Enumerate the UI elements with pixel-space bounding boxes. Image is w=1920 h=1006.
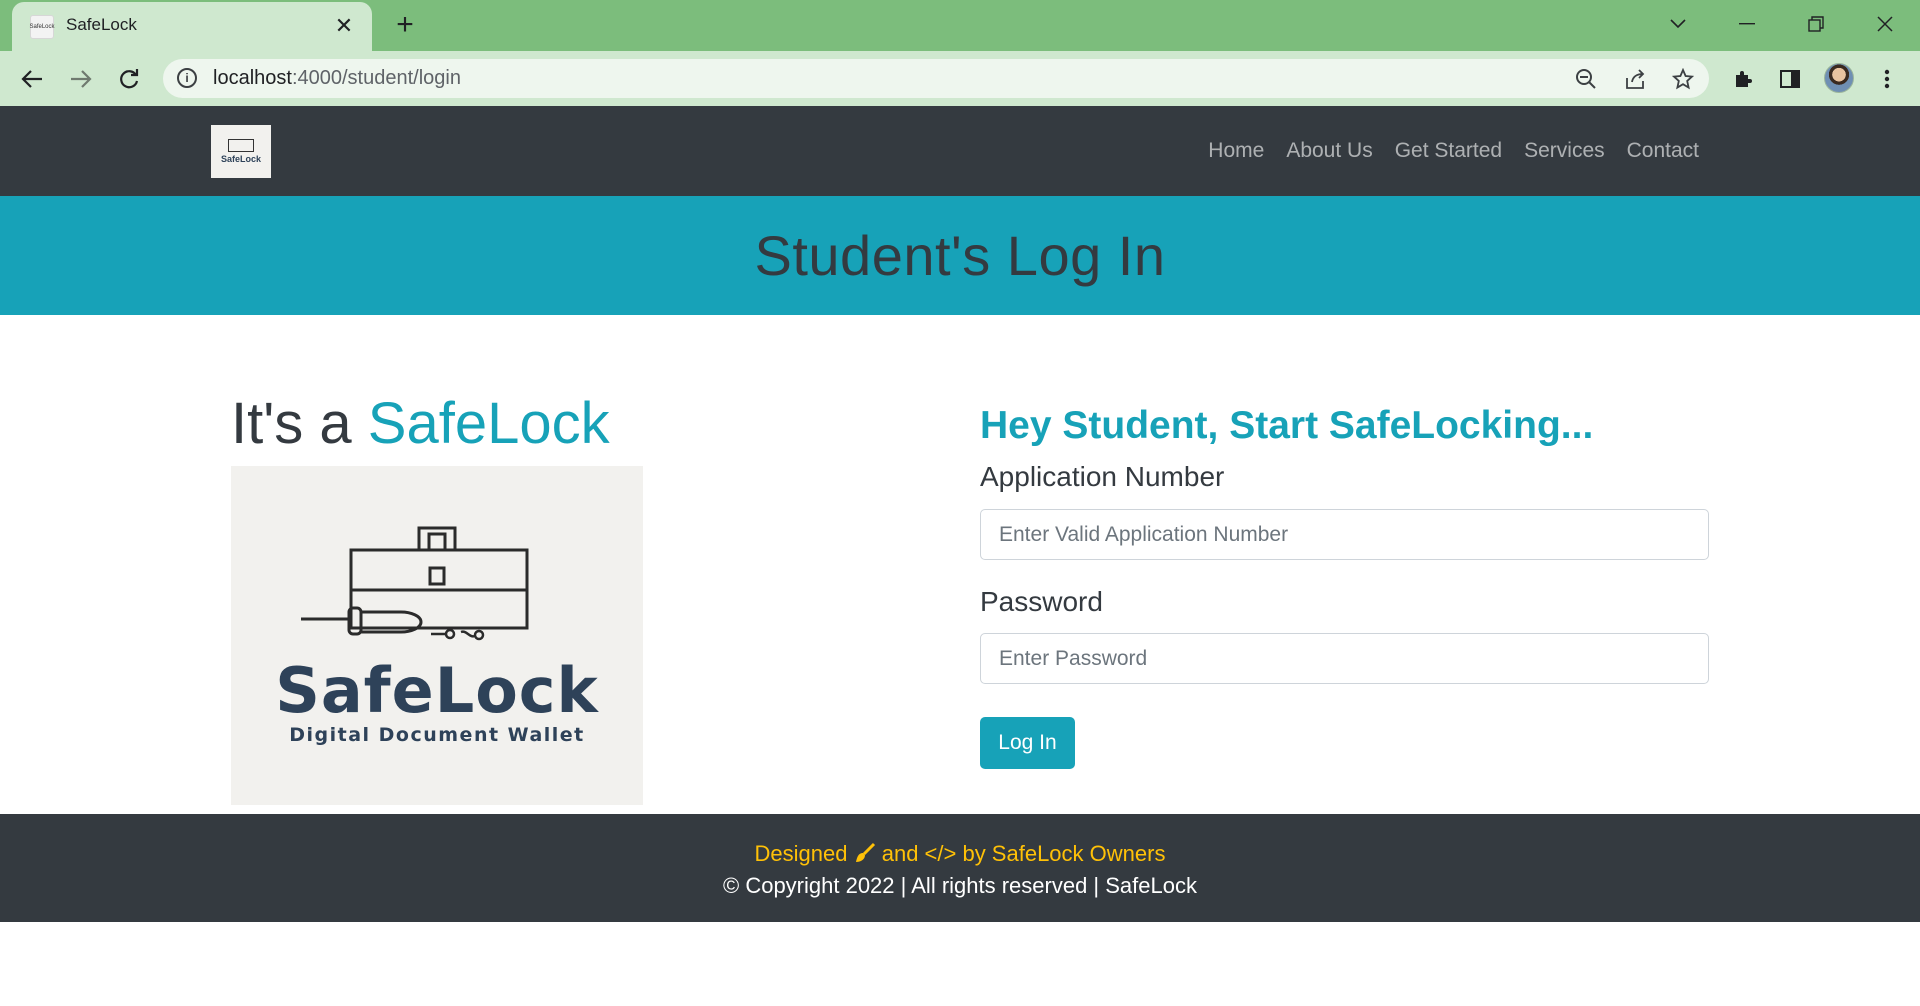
info-icon[interactable]: i bbox=[177, 68, 197, 88]
forward-arrow-icon[interactable] bbox=[63, 61, 99, 97]
safelock-logo-image: SafeLock Digital Document Wallet bbox=[231, 466, 643, 805]
site-footer: Designed and </> by SafeLock Owners © Co… bbox=[0, 814, 1920, 922]
brand-logo[interactable]: SafeLock bbox=[211, 125, 271, 178]
hero-heading: It's a SafeLock bbox=[231, 390, 610, 458]
login-form-block: Hey Student, Start SafeLocking... bbox=[980, 398, 1710, 454]
browser-tabstrip: SafeLock SafeLock ✕ + bbox=[0, 0, 1920, 51]
briefcase-screwdriver-icon bbox=[301, 526, 529, 641]
briefcase-icon bbox=[228, 139, 254, 152]
star-icon[interactable] bbox=[1669, 65, 1697, 93]
password-label: Password bbox=[980, 586, 1103, 617]
nav-link-home[interactable]: Home bbox=[1208, 139, 1264, 163]
hero-heading-block: It's a SafeLock bbox=[231, 390, 610, 458]
nav-link-services[interactable]: Services bbox=[1524, 139, 1605, 163]
brand-name: SafeLock bbox=[220, 154, 262, 164]
url-path: :4000/student/login bbox=[291, 67, 461, 89]
logo-wordmark: SafeLock bbox=[275, 654, 599, 727]
profile-avatar[interactable] bbox=[1824, 63, 1854, 93]
brush-icon bbox=[854, 842, 876, 870]
extensions-icon[interactable] bbox=[1727, 63, 1759, 95]
share-icon[interactable] bbox=[1621, 65, 1649, 93]
nav-links: Home About Us Get Started Services Conta… bbox=[1208, 106, 1699, 196]
tab-close-icon[interactable]: ✕ bbox=[330, 12, 358, 40]
nav-link-contact[interactable]: Contact bbox=[1627, 139, 1699, 163]
back-arrow-icon[interactable] bbox=[14, 61, 50, 97]
page-title: Student's Log In bbox=[754, 224, 1166, 287]
favicon-text: SafeLock bbox=[29, 24, 55, 30]
reload-icon[interactable] bbox=[111, 61, 147, 97]
footer-credit-b: and </> by SafeLock Owners bbox=[875, 841, 1166, 866]
logo-tagline: Digital Document Wallet bbox=[289, 724, 585, 746]
login-button[interactable]: Log In bbox=[980, 717, 1075, 769]
zoom-out-icon[interactable] bbox=[1572, 65, 1600, 93]
close-window-icon[interactable] bbox=[1867, 6, 1903, 42]
sidepanel-icon[interactable] bbox=[1774, 63, 1806, 95]
browser-toolbar: i localhost:4000/student/login bbox=[0, 51, 1920, 106]
page-banner: Student's Log In bbox=[0, 196, 1920, 315]
form-heading: Hey Student, Start SafeLocking... bbox=[980, 404, 1594, 447]
tab-favicon-icon: SafeLock bbox=[29, 15, 55, 39]
password-input[interactable] bbox=[980, 633, 1709, 684]
site-navbar: SafeLock Home About Us Get Started Servi… bbox=[0, 106, 1920, 196]
nav-link-get-started[interactable]: Get Started bbox=[1395, 139, 1502, 163]
url-host: localhost bbox=[213, 67, 292, 89]
tab-search-chevron-icon[interactable] bbox=[1660, 6, 1696, 42]
footer-copyright: © Copyright 2022 | All rights reserved |… bbox=[723, 873, 1197, 898]
tab-title: SafeLock bbox=[66, 15, 137, 34]
minimize-icon[interactable] bbox=[1729, 6, 1765, 42]
new-tab-icon[interactable]: + bbox=[389, 8, 421, 41]
url-text[interactable]: localhost:4000/student/login bbox=[213, 67, 461, 90]
hero-heading-prefix: It's a bbox=[231, 391, 368, 456]
application-number-label: Application Number bbox=[980, 461, 1225, 492]
browser-tab[interactable]: SafeLock SafeLock ✕ bbox=[12, 2, 372, 51]
footer-credit-a: Designed bbox=[754, 841, 854, 866]
hero-heading-accent: SafeLock bbox=[367, 391, 610, 456]
application-number-input[interactable] bbox=[980, 509, 1709, 560]
nav-link-about-us[interactable]: About Us bbox=[1286, 139, 1372, 163]
address-bar[interactable]: i localhost:4000/student/login bbox=[163, 59, 1709, 98]
restore-icon[interactable] bbox=[1798, 6, 1834, 42]
footer-credit: Designed and </> by SafeLock Owners bbox=[0, 841, 1920, 870]
menu-dots-icon[interactable] bbox=[1871, 63, 1903, 95]
